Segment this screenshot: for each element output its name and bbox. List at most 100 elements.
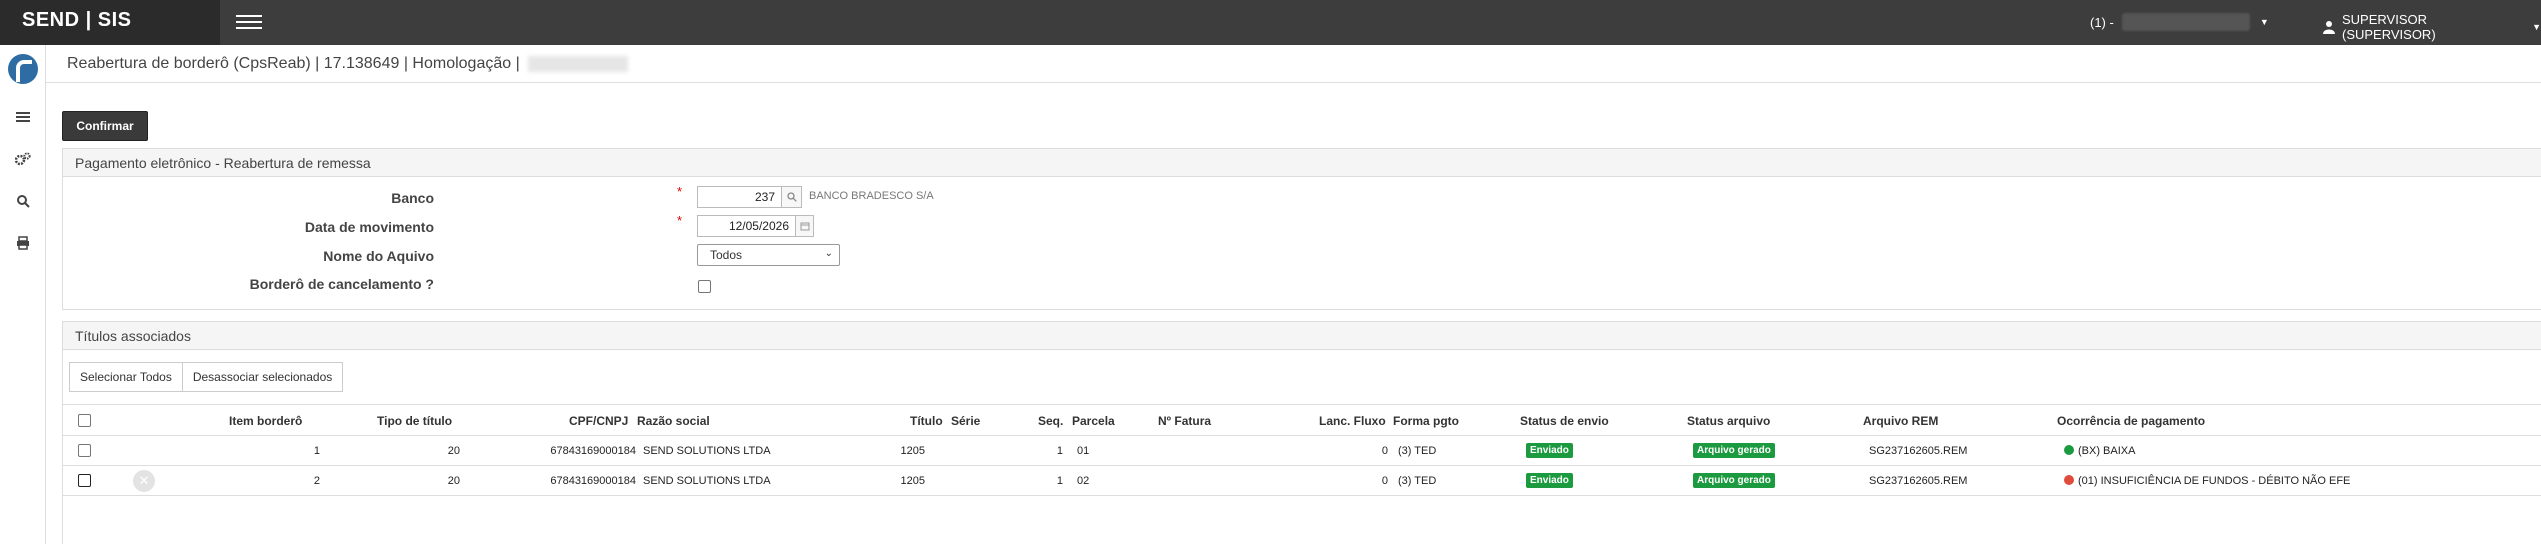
cell-arquivo-rem: SG237162605.REM: [1869, 475, 1968, 487]
col-status-arquivo: Status arquivo: [1687, 414, 1771, 428]
cancelamento-row: Borderô de cancelamento ?: [63, 272, 663, 296]
left-rail: [0, 45, 46, 544]
hamburger-menu-icon[interactable]: [236, 11, 262, 33]
cell-cpf: 67843169000184: [550, 475, 636, 487]
cell-parcela: 02: [1077, 475, 1090, 487]
chevron-down-icon: ⌄: [824, 248, 833, 259]
brand-logo[interactable]: SEND | SIS: [0, 0, 220, 45]
cell-parcela: 01: [1077, 445, 1090, 457]
status-arquivo-badge: Arquivo gerado: [1693, 473, 1775, 488]
col-fatura: Nº Fatura: [1158, 414, 1212, 428]
required-mark: *: [677, 184, 683, 199]
nome-arquivo-value: Todos: [710, 248, 743, 262]
top-bar: SEND | SIS (1) - ▼ SUPERVISOR (SUPERVISO…: [0, 0, 2541, 45]
row-checkbox[interactable]: [78, 474, 91, 487]
titles-panel-title: Títulos associados: [63, 322, 2541, 350]
cell-razao: SEND SOLUTIONS LTDA: [643, 445, 771, 457]
col-serie: Série: [951, 414, 981, 428]
banco-name: BANCO BRADESCO S/A: [809, 190, 934, 202]
col-ocorrencia: Ocorrência de pagamento: [2057, 414, 2206, 428]
banco-input[interactable]: 237: [697, 186, 782, 208]
col-titulo: Título: [910, 414, 943, 428]
status-dot-icon: [2064, 445, 2074, 455]
cell-ocorrencia: (01) INSUFICIÊNCIA DE FUNDOS - DÉBITO NÃ…: [2064, 475, 2350, 487]
cell-seq: 1: [1056, 475, 1063, 487]
bordero-cancelamento-checkbox[interactable]: [698, 280, 711, 293]
print-icon[interactable]: [12, 232, 34, 254]
col-parcela: Parcela: [1072, 414, 1115, 428]
cell-lanc: 0: [1381, 475, 1388, 487]
col-seq: Seq.: [1038, 414, 1064, 428]
cell-tipo: 20: [447, 475, 460, 487]
col-status-envio: Status de envio: [1520, 414, 1609, 428]
tenant-prefix: (1) -: [2090, 14, 2114, 30]
col-forma: Forma pgto: [1393, 414, 1459, 428]
main-content: Confirmar Pagamento eletrônico - Reabert…: [46, 83, 2541, 544]
nome-arquivo-select[interactable]: Todos ⌄: [697, 244, 840, 266]
col-tipo: Tipo de título: [377, 414, 453, 428]
filter-panel-title: Pagamento eletrônico - Reabertura de rem…: [63, 149, 2541, 177]
table-header: Item borderô Tipo de título CPF/CNPJ Raz…: [63, 404, 2541, 436]
bordero-cancelamento-label: Borderô de cancelamento ?: [249, 276, 434, 292]
disassociate-selected-button[interactable]: Desassociar selecionados: [182, 362, 344, 392]
cell-titulo: 1205: [900, 445, 925, 457]
banco-row: Banco: [63, 186, 663, 210]
cell-tipo: 20: [447, 445, 460, 457]
breadcrumb-text: Reabertura de borderô (CpsReab) | 17.138…: [67, 55, 520, 72]
col-arquivo-rem: Arquivo REM: [1863, 414, 1939, 428]
user-label: SUPERVISOR (SUPERVISOR): [2341, 12, 2436, 42]
data-movimento-label: Data de movimento: [304, 219, 434, 235]
remove-icon[interactable]: ✕: [133, 470, 155, 492]
cell-seq: 1: [1056, 445, 1063, 457]
select-all-checkbox[interactable]: [78, 414, 91, 427]
search-icon[interactable]: [12, 190, 34, 212]
ocorrencia-text: (BX) BAIXA: [2078, 445, 2136, 457]
status-arquivo-badge: Arquivo gerado: [1693, 443, 1775, 458]
cell-forma: (3) TED: [1398, 445, 1437, 457]
arquivo-row: Nome do Aquivo: [63, 244, 663, 268]
banco-search-icon[interactable]: [782, 186, 802, 208]
status-dot-icon: [2064, 475, 2074, 485]
user-menu[interactable]: SUPERVISOR (SUPERVISOR) ▼: [2322, 12, 2541, 42]
table-row[interactable]: 1 20 67843169000184 SEND SOLUTIONS LTDA …: [63, 436, 2541, 466]
tenant-selector[interactable]: (1) - ▼: [2090, 13, 2269, 31]
nome-arquivo-label: Nome do Aquivo: [323, 248, 434, 264]
logo-icon[interactable]: [8, 54, 38, 84]
required-mark: *: [677, 213, 683, 228]
cell-item: 2: [313, 475, 320, 487]
calendar-icon[interactable]: [796, 215, 814, 237]
col-lanc: Lanc. Fluxo: [1319, 414, 1386, 428]
cell-cpf: 67843169000184: [550, 445, 636, 457]
titles-actions: Selecionar Todos Desassociar selecionado…: [69, 362, 344, 392]
tenant-name-redacted: [2121, 13, 2250, 31]
col-cpf: CPF/CNPJ: [569, 414, 629, 428]
list-icon[interactable]: [12, 106, 34, 128]
data-movimento-input[interactable]: 12/05/2026: [697, 215, 796, 237]
cell-forma: (3) TED: [1398, 475, 1437, 487]
cell-lanc: 0: [1381, 445, 1388, 457]
breadcrumb-redacted: [528, 55, 629, 72]
col-razao: Razão social: [637, 414, 710, 428]
filter-panel: Pagamento eletrônico - Reabertura de rem…: [62, 148, 2541, 310]
status-envio-badge: Enviado: [1526, 473, 1573, 488]
settings-icon[interactable]: [12, 148, 34, 170]
ocorrencia-text: (01) INSUFICIÊNCIA DE FUNDOS - DÉBITO NÃ…: [2078, 475, 2351, 487]
caret-down-icon: ▼: [2259, 17, 2269, 27]
caret-down-icon: ▼: [2532, 22, 2541, 32]
cell-arquivo-rem: SG237162605.REM: [1869, 445, 1968, 457]
row-checkbox[interactable]: [78, 444, 91, 457]
titles-panel: Títulos associados Selecionar Todos Desa…: [62, 321, 2541, 544]
data-row: Data de movimento: [63, 215, 663, 239]
cell-item: 1: [313, 445, 320, 457]
cell-ocorrencia: (BX) BAIXA: [2064, 445, 2135, 457]
table-row[interactable]: ✕ 2 20 67843169000184 SEND SOLUTIONS LTD…: [63, 466, 2541, 496]
user-icon: [2322, 21, 2335, 34]
banco-label: Banco: [391, 190, 434, 206]
status-envio-badge: Enviado: [1526, 443, 1573, 458]
cell-titulo: 1205: [900, 475, 925, 487]
col-item: Item borderô: [229, 414, 303, 428]
titles-table: Item borderô Tipo de título CPF/CNPJ Raz…: [63, 404, 2541, 496]
confirm-button[interactable]: Confirmar: [62, 111, 148, 141]
select-all-button[interactable]: Selecionar Todos: [69, 362, 183, 392]
breadcrumb: Reabertura de borderô (CpsReab) | 17.138…: [46, 45, 2541, 83]
